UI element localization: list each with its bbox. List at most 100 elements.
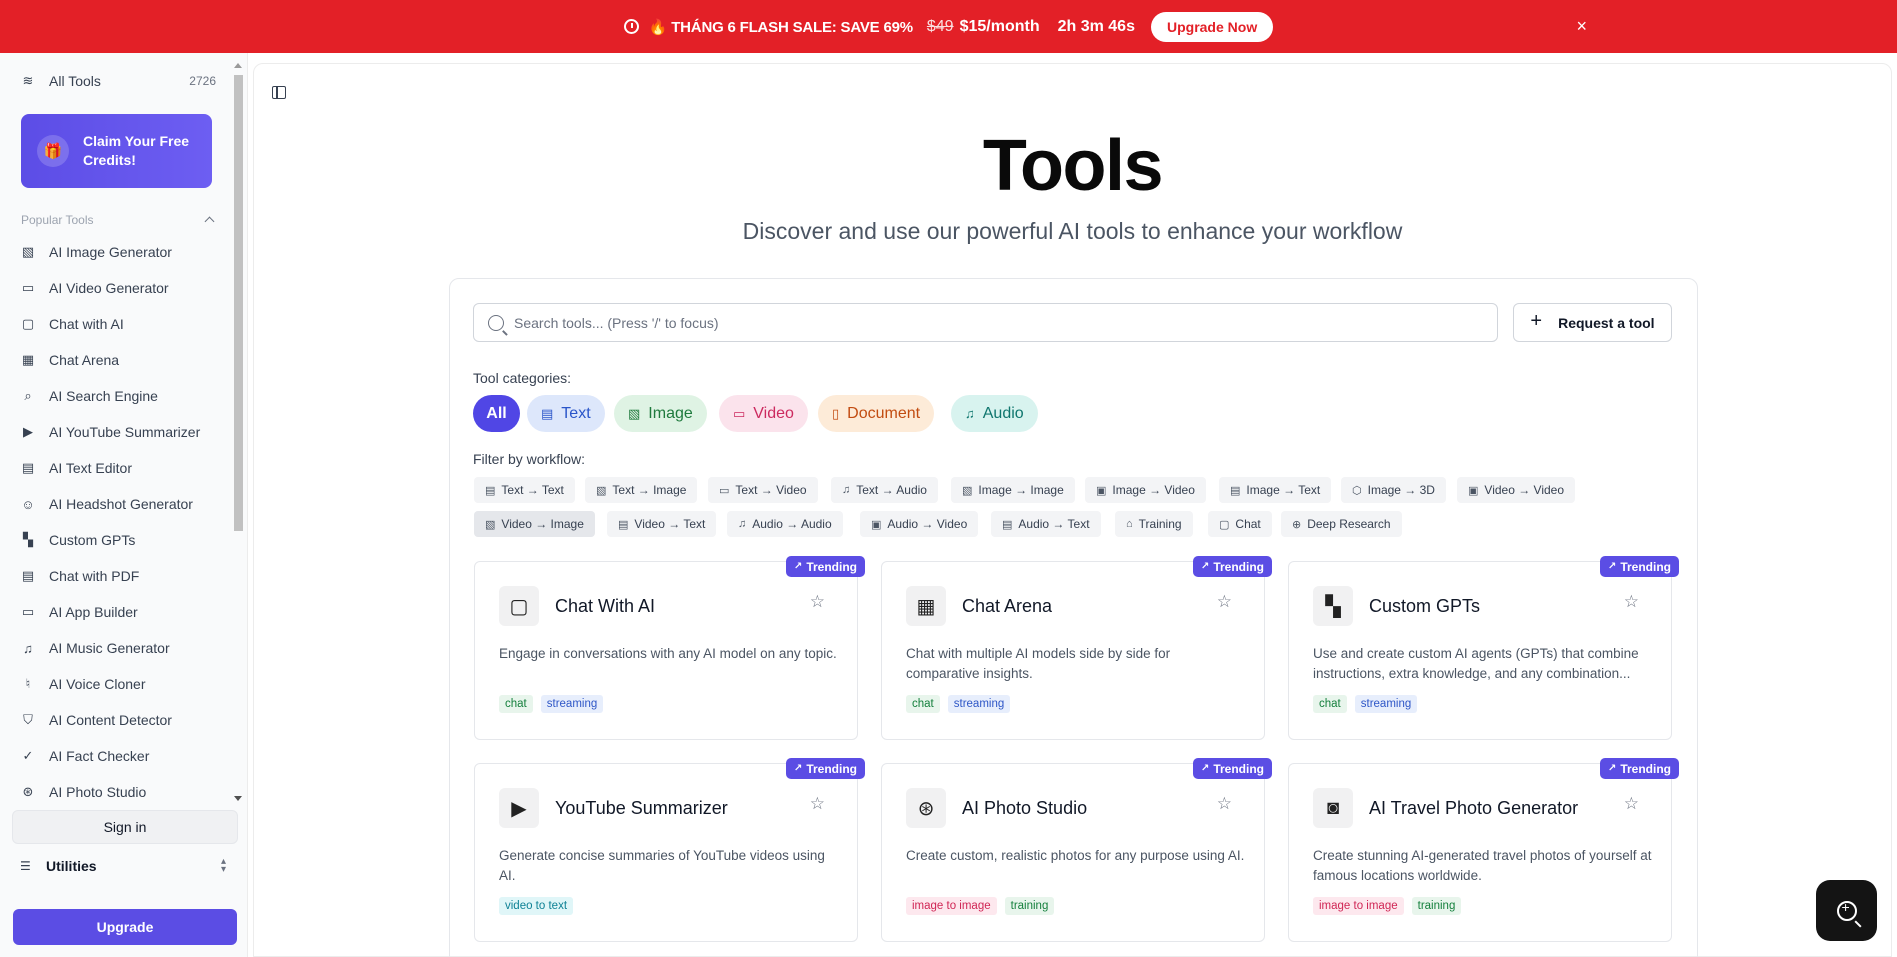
tool-description: Create custom, realistic photos for any …: [906, 848, 1245, 863]
tool-name: YouTube Summarizer: [555, 798, 728, 818]
sidebar-item-chat-with-pdf[interactable]: ▤ Chat with PDF: [20, 564, 216, 588]
scroll-up-arrow[interactable]: [234, 63, 242, 68]
image-icon: ▧: [962, 484, 973, 497]
sidebar-item-ai-music-generator[interactable]: ♫ AI Music Generator: [20, 636, 216, 660]
shield-icon: ⛉: [23, 712, 33, 727]
music-icon: ♫: [738, 518, 747, 530]
workflow-audio-audio[interactable]: ♫ Audio → Audio: [727, 511, 843, 537]
sidebar-item-ai-text-editor[interactable]: ▤ AI Text Editor: [20, 456, 216, 480]
workflow-image-image[interactable]: ▧ Image → Image: [951, 477, 1075, 503]
trending-badge: ↗ Trending: [785, 556, 865, 577]
sidebar-item-ai-app-builder[interactable]: ▭ AI App Builder: [20, 600, 216, 624]
sidebar-item-ai-photo-studio[interactable]: ⊛ AI Photo Studio: [20, 780, 216, 798]
workflow-chat[interactable]: ▢ Chat: [1208, 511, 1272, 537]
sidebar-item-chat-arena[interactable]: ▦ Chat Arena: [20, 348, 216, 372]
upgrade-button[interactable]: Upgrade: [13, 909, 237, 945]
tag: chat: [499, 695, 533, 713]
trending-badge: ↗ Trending: [1192, 758, 1272, 779]
sidebar-item-ai-headshot-generator[interactable]: ☺ AI Headshot Generator: [20, 492, 216, 516]
tag: streaming: [1354, 695, 1418, 713]
tool-card-chat-arena[interactable]: ↗ Trending ▦ Chat Arena ☆ Chat with multi…: [881, 556, 1272, 740]
search-zoom-fab[interactable]: [1816, 880, 1877, 941]
workflow-text-audio[interactable]: ♫ Text → Audio: [831, 477, 938, 503]
video-icon: ▭: [21, 280, 35, 295]
grid-icon: ▦: [21, 352, 35, 367]
zoom-search-icon: [1836, 899, 1857, 921]
message-icon: ▢: [21, 316, 35, 331]
category-video[interactable]: ▭ Video: [719, 395, 808, 432]
trending-up-icon: ↗: [1200, 561, 1210, 572]
tag: video to text: [499, 897, 574, 915]
workflow-audio-text[interactable]: ▤ Audio → Text: [991, 511, 1101, 537]
workflow-audio-video[interactable]: ▣ Audio → Video: [860, 511, 979, 537]
tool-description: Generate concise summaries of YouTube vi…: [499, 848, 825, 883]
star-icon[interactable]: ☆: [1624, 592, 1639, 612]
workflow-text-image[interactable]: ▧ Text → Image: [585, 477, 698, 503]
category-all[interactable]: All: [473, 395, 520, 432]
workflow-text-text[interactable]: ▤ Text → Text: [474, 477, 575, 503]
tag: training: [1004, 897, 1055, 915]
sidebar-item-custom-gpts[interactable]: ▚ Custom GPTs: [20, 528, 216, 552]
trending-up-icon: ↗: [793, 763, 803, 774]
sidebar-item-ai-fact-checker[interactable]: ✓ AI Fact Checker: [20, 744, 216, 768]
upgrade-now-button[interactable]: Upgrade Now: [1150, 11, 1274, 42]
tag: image to image: [906, 897, 997, 915]
search-input[interactable]: [514, 314, 1414, 331]
category-text[interactable]: ▤ Text: [527, 395, 605, 432]
flash-sale-banner: 🔥 THÁNG 6 FLASH SALE: SAVE 69% $49 $15/m…: [0, 0, 1897, 53]
request-tool-button[interactable]: + Request a tool: [1513, 303, 1672, 342]
sidebar-item-ai-voice-cloner[interactable]: ♮ AI Voice Cloner: [20, 672, 216, 696]
scroll-down-arrow[interactable]: [234, 796, 242, 801]
sidebar-item-all-tools[interactable]: ≋ All Tools 2726: [20, 69, 216, 93]
message-icon: ▢: [1219, 518, 1230, 531]
star-icon[interactable]: ☆: [1624, 794, 1639, 814]
trending-up-icon: ↗: [1607, 763, 1617, 774]
youtube-icon: ▶: [499, 788, 539, 828]
category-image[interactable]: ▧ Image: [614, 395, 707, 432]
plus-icon: +: [1530, 310, 1543, 332]
close-icon[interactable]: ×: [1576, 16, 1587, 37]
sidebar-item-ai-content-detector[interactable]: ⛉ AI Content Detector: [20, 708, 216, 732]
sidebar-item-ai-youtube-summarizer[interactable]: ▶ AI YouTube Summarizer: [20, 420, 216, 444]
message-icon: ▢: [499, 586, 539, 626]
search-box[interactable]: [473, 303, 1498, 342]
workflow-video-video[interactable]: ▣ Video → Video: [1457, 477, 1576, 503]
workflow-image-3d[interactable]: ⬡ Image → 3D: [1341, 477, 1446, 503]
file-icon: ▯: [832, 405, 840, 421]
tag: chat: [906, 695, 940, 713]
categories-label: Tool categories:: [473, 370, 572, 386]
tool-card-ai-photo-studio[interactable]: ↗ Trending ⊛ AI Photo Studio ☆ Create cus…: [881, 758, 1272, 942]
sidebar-toggle-icon[interactable]: [272, 86, 286, 99]
tag: training: [1411, 897, 1462, 915]
image-icon: ▧: [628, 405, 641, 421]
workflow-text-video[interactable]: ▭ Text → Video: [708, 477, 818, 503]
tool-description: Chat with multiple AI models side by sid…: [906, 646, 1171, 681]
sign-in-button[interactable]: Sign in: [12, 810, 238, 844]
workflow-video-image[interactable]: ▧ Video → Image: [474, 511, 595, 537]
camera-icon: ◙: [1313, 788, 1353, 828]
countdown-timer: 2h 3m 46s: [1057, 17, 1135, 35]
workflow-label: Filter by workflow:: [473, 451, 586, 467]
star-icon[interactable]: ☆: [810, 794, 825, 814]
star-icon[interactable]: ☆: [1217, 794, 1232, 814]
tool-card-youtube-summarizer[interactable]: ↗ Trending ▶ YouTube Summarizer ☆ Generat…: [474, 758, 865, 942]
category-audio[interactable]: ♫ Audio: [951, 395, 1038, 432]
star-icon[interactable]: ☆: [810, 592, 825, 612]
workflow-image-text[interactable]: ▤ Image → Text: [1219, 477, 1332, 503]
sidebar-item-chat-with-ai[interactable]: ▢ Chat with AI: [20, 312, 216, 336]
search-icon: ⌕: [24, 388, 32, 403]
category-document[interactable]: ▯ Document: [818, 395, 935, 432]
workflow-deep-research[interactable]: ⊕ Deep Research: [1281, 511, 1402, 537]
sidebar-item-ai-video-generator[interactable]: ▭ AI Video Generator: [20, 276, 216, 300]
workflow-training[interactable]: ⌂ Training: [1115, 511, 1193, 537]
tool-card-ai-travel-photo-generator[interactable]: ↗ Trending ◙ AI Travel Photo Generator ☆ …: [1288, 758, 1679, 942]
tool-card-chat-with-ai[interactable]: ↗ Trending ▢ Chat With AI ☆ Engage in con…: [474, 556, 865, 740]
utilities-menu[interactable]: ☰ Utilities ▴ ▾: [20, 857, 226, 875]
workflow-image-video[interactable]: ▣ Image → Video: [1085, 477, 1206, 503]
star-icon[interactable]: ☆: [1217, 592, 1232, 612]
sidebar-item-ai-search-engine[interactable]: ⌕ AI Search Engine: [20, 384, 216, 408]
workflow-video-text[interactable]: ▤ Video → Text: [607, 511, 717, 537]
trending-badge: ↗ Trending: [1192, 556, 1272, 577]
trending-badge: ↗ Trending: [785, 758, 865, 779]
tool-card-custom-gpts[interactable]: ↗ Trending ▚ Custom GPTs ☆ Use and create…: [1288, 556, 1679, 740]
